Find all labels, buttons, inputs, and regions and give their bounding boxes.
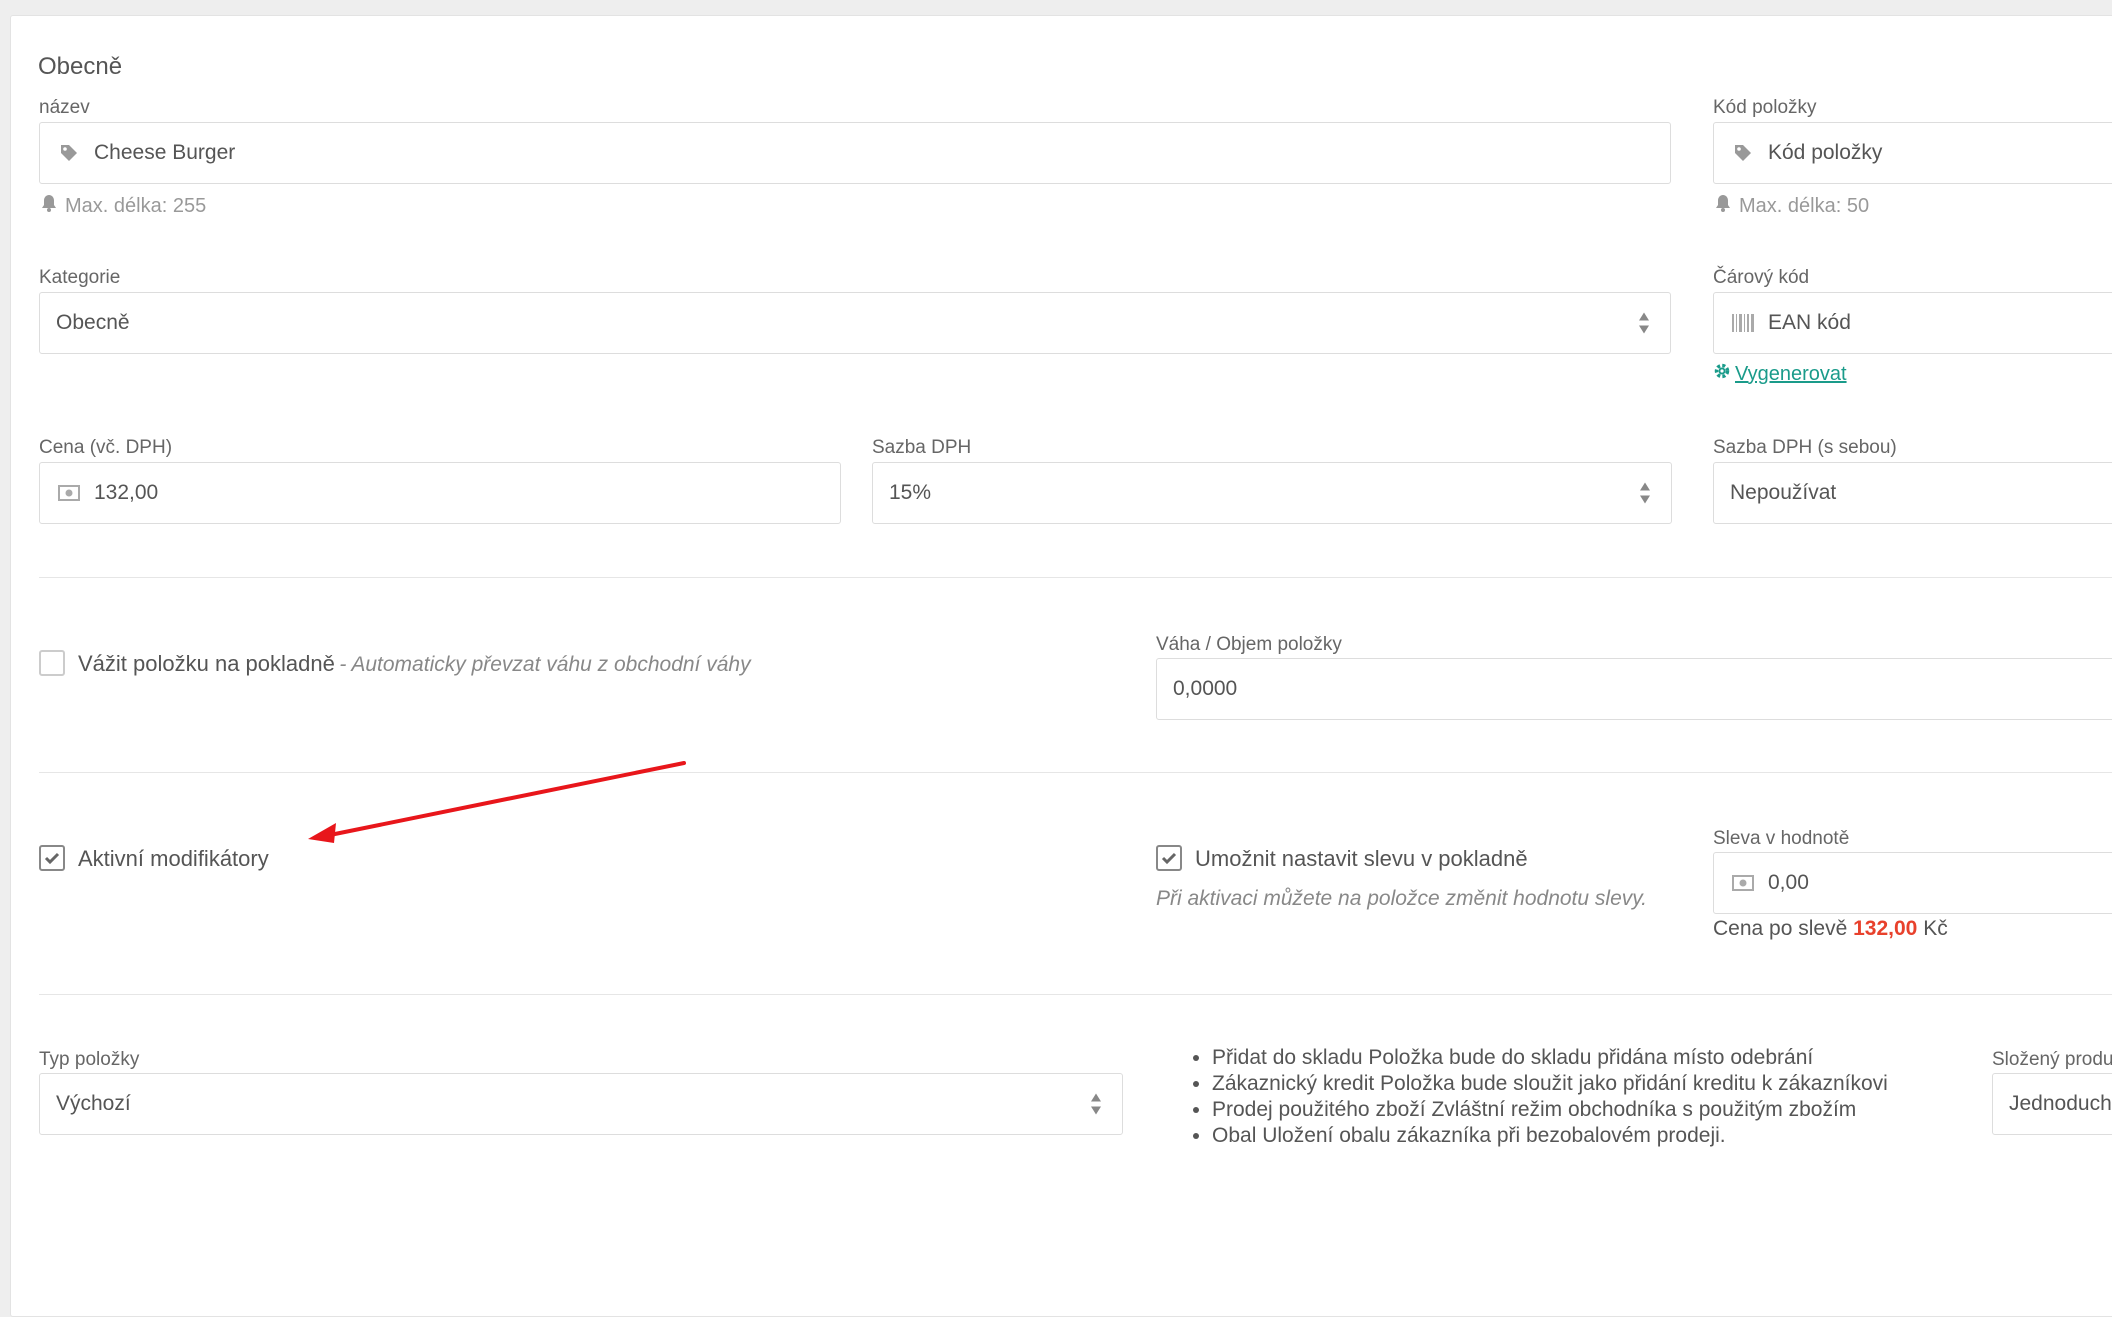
modifiers-label: Aktivní modifikátory [78, 846, 269, 871]
item-type-value: Výchozí [56, 1092, 131, 1115]
modifiers-checkbox[interactable] [39, 845, 65, 871]
tag-icon [1732, 143, 1754, 163]
price-input[interactable]: 132,00 [39, 462, 841, 524]
check-icon [44, 852, 60, 865]
code-label: Kód položky [1713, 97, 1817, 118]
discount-allow-label: Umožnit nastavit slevu v pokladně [1195, 846, 1528, 871]
price-after-prefix: Cena po slevě [1713, 917, 1848, 940]
money-icon [58, 485, 80, 501]
generate-barcode-text: Vygenerovat [1735, 362, 1847, 385]
name-help-text: Max. délka: 255 [65, 194, 207, 217]
price-label: Cena (vč. DPH) [39, 437, 173, 458]
category-select[interactable]: Obecně [39, 292, 1671, 354]
name-help: Max. délka: 255 [39, 193, 206, 219]
list-item: Přidat do skladu Položka bude do skladu … [1212, 1045, 1888, 1071]
divider [39, 577, 2112, 578]
vat-takeaway-select[interactable]: Nepoužívat [1713, 462, 2112, 524]
check-icon [1161, 852, 1177, 865]
section-title: Obecně [38, 53, 123, 80]
vat-takeaway-value: Nepoužívat [1730, 481, 1837, 504]
vat-label: Sazba DPH [872, 437, 972, 458]
discount-value-input[interactable]: 0,00 [1713, 852, 2112, 914]
composite-label: Složený produ [1992, 1049, 2112, 1070]
discount-value-label: Sleva v hodnotě [1713, 828, 1850, 849]
discount-allow-checkbox[interactable] [1156, 845, 1182, 871]
weight-value: 0,0000 [1173, 677, 1238, 700]
annotation-arrow [308, 761, 686, 843]
price-after-suffix: Kč [1923, 917, 1948, 940]
list-item: Prodej použitého zboží Zvláštní režim ob… [1212, 1097, 1888, 1123]
code-input[interactable]: Kód položky [1713, 122, 2112, 184]
weight-input[interactable]: 0,0000 [1156, 658, 2112, 720]
weigh-hint: - Automaticky převzat váhu z obchodní vá… [339, 653, 751, 676]
price-value: 132,00 [94, 481, 159, 504]
money-icon [1732, 875, 1754, 891]
select-arrows-icon [1638, 312, 1650, 335]
select-arrows-icon [1639, 482, 1651, 505]
composite-value: Jednoduch [2009, 1092, 2112, 1115]
discount-value: 0,00 [1768, 871, 1809, 894]
category-label: Kategorie [39, 267, 121, 288]
bell-icon [1713, 193, 1733, 219]
list-item: Obal Uložení obalu zákazníka při bezobal… [1212, 1123, 1888, 1149]
name-input[interactable]: Cheese Burger [39, 122, 1671, 184]
gear-icon [1713, 362, 1731, 386]
item-type-select[interactable]: Výchozí [39, 1073, 1123, 1135]
category-value: Obecně [56, 311, 130, 334]
weigh-label: Vážit položku na pokladně [78, 651, 335, 676]
barcode-icon [1732, 314, 1754, 332]
name-label: název [39, 97, 90, 118]
vat-value: 15% [889, 481, 932, 504]
discount-allow-hint: Při aktivaci můžete na položce změnit ho… [1156, 887, 1648, 910]
weight-label: Váha / Objem položky [1156, 634, 1342, 655]
select-arrows-icon [1090, 1093, 1102, 1116]
code-help-text: Max. délka: 50 [1739, 194, 1870, 217]
price-after-discount: Cena po slevě 132,00 Kč [1713, 917, 1948, 941]
generate-barcode-link[interactable]: Vygenerovat [1713, 362, 1847, 386]
barcode-label: Čárový kód [1713, 267, 1810, 288]
item-type-label: Typ položky [39, 1049, 140, 1070]
tag-icon [58, 143, 80, 163]
list-item: Zákaznický kredit Položka bude sloužit j… [1212, 1071, 1888, 1097]
code-help: Max. délka: 50 [1713, 193, 1869, 219]
vat-takeaway-label: Sazba DPH (s sebou) [1713, 437, 1897, 458]
price-after-value: 132,00 [1853, 917, 1918, 940]
item-type-notes: Přidat do skladu Položka bude do skladu … [1190, 1045, 1888, 1149]
code-placeholder: Kód položky [1768, 141, 1883, 164]
barcode-placeholder: EAN kód [1768, 311, 1851, 334]
barcode-input[interactable]: EAN kód [1713, 292, 2112, 354]
composite-select[interactable]: Jednoduch [1992, 1073, 2112, 1135]
bell-icon [39, 193, 59, 219]
weigh-label-row: Vážit položku na pokladně - Automaticky … [78, 651, 751, 677]
vat-select[interactable]: 15% [872, 462, 1672, 524]
name-value: Cheese Burger [94, 141, 236, 164]
weigh-checkbox[interactable] [39, 650, 65, 676]
divider [39, 994, 2112, 995]
